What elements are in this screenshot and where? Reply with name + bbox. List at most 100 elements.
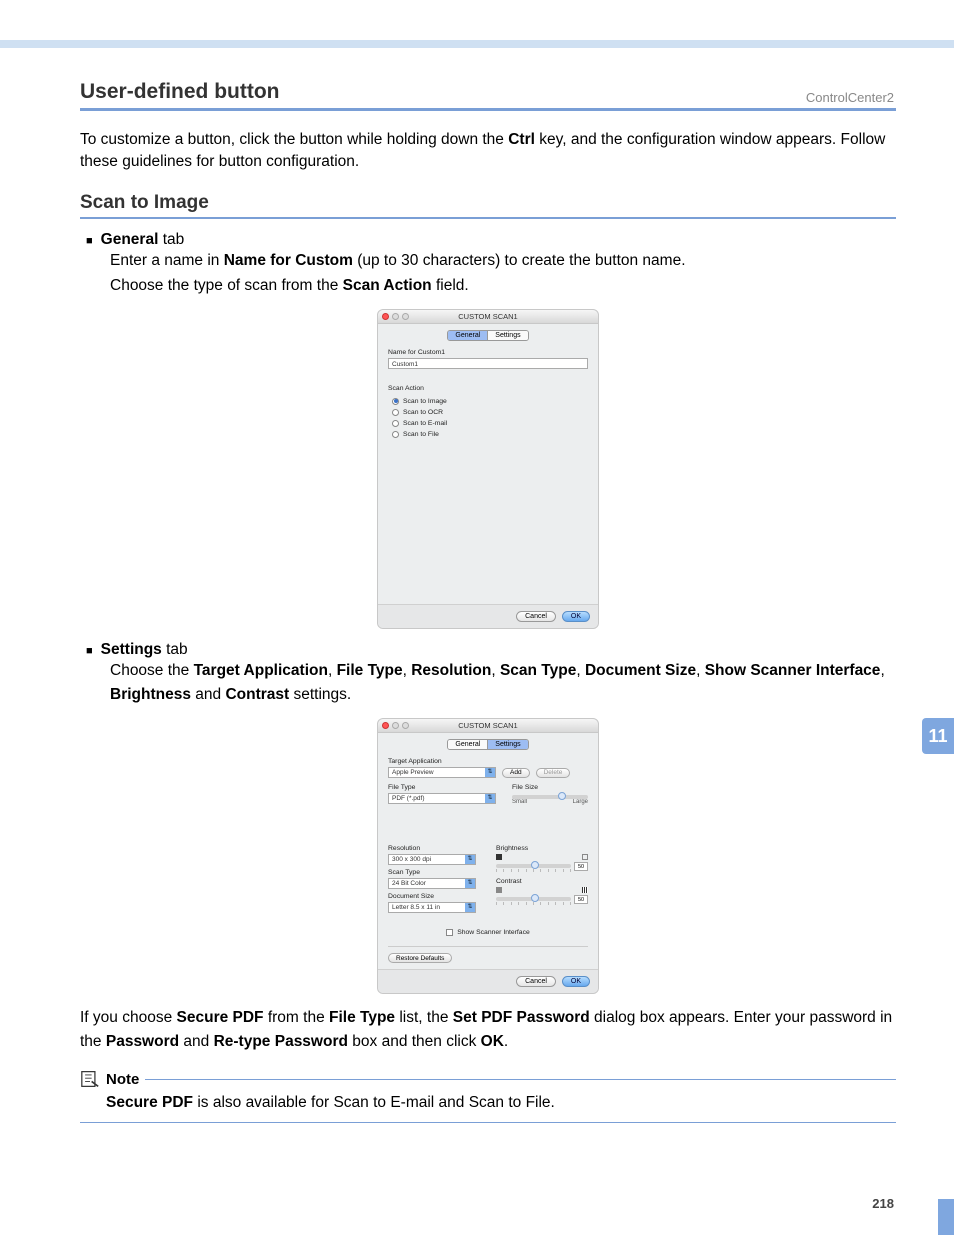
corner-accent <box>938 1199 954 1235</box>
screenshot-general-tab: CUSTOM SCAN1 General Settings Name for C… <box>80 309 896 629</box>
label-document-size: Document Size <box>388 893 480 900</box>
secure-pdf-bold: Secure PDF <box>177 1009 264 1026</box>
text: , <box>576 662 585 679</box>
text: tab <box>158 231 184 248</box>
label-target-application: Target Application <box>388 758 588 765</box>
text: , <box>491 662 500 679</box>
radio-scan-to-email[interactable]: Scan to E-mail <box>388 420 588 427</box>
text: is also available for Scan to E-mail and… <box>193 1094 555 1111</box>
text: settings. <box>289 686 351 703</box>
add-button[interactable]: Add <box>502 768 530 778</box>
select-resolution[interactable]: 300 x 300 dpi⇅ <box>388 854 476 865</box>
slider-brightness[interactable] <box>496 864 571 868</box>
ok-bold: OK <box>481 1033 504 1050</box>
restore-defaults-button[interactable]: Restore Defaults <box>388 953 452 963</box>
show-scanner-interface-bold: Show Scanner Interface <box>705 662 881 679</box>
chevron-updown-icon: ⇅ <box>465 855 475 864</box>
file-type-bold: File Type <box>337 662 403 679</box>
select-file-type[interactable]: PDF (*.pdf)⇅ <box>388 793 496 804</box>
radio-label: Scan to File <box>403 431 439 438</box>
document-size-bold: Document Size <box>585 662 696 679</box>
select-target-application[interactable]: Apple Preview⇅ <box>388 767 496 778</box>
select-value: Letter 8.5 x 11 in <box>392 902 440 913</box>
chevron-updown-icon: ⇅ <box>465 879 475 888</box>
top-accent <box>0 40 954 48</box>
checkbox-label: Show Scanner Interface <box>457 929 530 936</box>
text: Enter a name in <box>110 252 224 269</box>
text: , <box>696 662 705 679</box>
secure-pdf-bold: Secure PDF <box>106 1094 193 1111</box>
contrast-bold: Contrast <box>225 686 289 703</box>
input-name-for-custom[interactable]: Custom1 <box>388 358 588 369</box>
text: , <box>403 662 412 679</box>
text: , <box>328 662 337 679</box>
bullet-settings-tab: ■ Settings tab Choose the Target Applica… <box>86 641 896 709</box>
scan-type-bold: Scan Type <box>500 662 576 679</box>
cancel-button[interactable]: Cancel <box>516 976 556 987</box>
bullet-square-icon: ■ <box>86 645 93 657</box>
chapter-tab: 11 <box>922 718 954 754</box>
page-content: User-defined button To customize a butto… <box>80 80 896 1123</box>
radio-label: Scan to OCR <box>403 409 443 416</box>
radio-scan-to-file[interactable]: Scan to File <box>388 431 588 438</box>
text: from the <box>264 1009 329 1026</box>
label-file-type: File Type <box>388 784 496 791</box>
tab-switcher[interactable]: General Settings <box>447 739 528 750</box>
file-type-bold: File Type <box>329 1009 395 1026</box>
chevron-updown-icon: ⇅ <box>465 903 475 912</box>
text: list, the <box>395 1009 453 1026</box>
cancel-button[interactable]: Cancel <box>516 611 556 622</box>
radio-scan-to-image[interactable]: Scan to Image <box>388 398 588 405</box>
checkbox-show-scanner-interface[interactable]: Show Scanner Interface <box>446 929 530 936</box>
text: and <box>179 1033 213 1050</box>
value-brightness[interactable]: 50 <box>574 862 588 871</box>
select-scan-type[interactable]: 24 Bit Color⇅ <box>388 878 476 889</box>
tab-general[interactable]: General <box>448 331 487 340</box>
tab-settings[interactable]: Settings <box>487 740 527 749</box>
select-document-size[interactable]: Letter 8.5 x 11 in ⇅ <box>388 902 476 913</box>
section1-paragraph: To customize a button, click the button … <box>80 129 896 174</box>
text: If you choose <box>80 1009 177 1026</box>
text: (up to 30 characters) to create the butt… <box>353 252 686 269</box>
text: and <box>191 686 225 703</box>
label-contrast: Contrast <box>496 878 588 885</box>
light-icon <box>582 854 588 860</box>
delete-button[interactable]: Delete <box>536 768 571 778</box>
resolution-bold: Resolution <box>411 662 491 679</box>
ok-button[interactable]: OK <box>562 611 590 622</box>
radio-scan-to-ocr[interactable]: Scan to OCR <box>388 409 588 416</box>
text: box and then click <box>348 1033 481 1050</box>
bullet-square-icon: ■ <box>86 235 93 247</box>
text: To customize a button, click the button … <box>80 131 508 148</box>
screenshot-settings-tab: CUSTOM SCAN1 General Settings Target App… <box>80 718 896 994</box>
label-resolution: Resolution <box>388 845 480 852</box>
chevron-updown-icon: ⇅ <box>485 794 495 803</box>
dialog-title: CUSTOM SCAN1 <box>378 312 598 321</box>
set-pdf-password-bold: Set PDF Password <box>453 1009 590 1026</box>
radio-label: Scan to E-mail <box>403 420 447 427</box>
note-icon <box>80 1070 100 1088</box>
brightness-bold: Brightness <box>110 686 191 703</box>
tab-switcher[interactable]: General Settings <box>447 330 528 341</box>
section-heading-scan-to-image: Scan to Image <box>80 192 896 219</box>
text: , <box>880 662 884 679</box>
ok-button[interactable]: OK <box>562 976 590 987</box>
ctrl-key-bold: Ctrl <box>508 131 535 148</box>
slider-file-size[interactable] <box>512 795 588 799</box>
value-contrast[interactable]: 50 <box>574 895 588 904</box>
label-name-for-custom: Name for Custom1 <box>388 349 588 356</box>
scan-action-bold: Scan Action <box>343 277 432 294</box>
tab-general[interactable]: General <box>448 740 487 749</box>
tab-settings[interactable]: Settings <box>487 331 527 340</box>
text: field. <box>432 277 469 294</box>
high-contrast-icon <box>582 887 588 893</box>
label-scan-action: Scan Action <box>388 385 588 392</box>
radio-label: Scan to Image <box>403 398 447 405</box>
bullet-general-tab: ■ General tab Enter a name in Name for C… <box>86 231 896 299</box>
slider-contrast[interactable] <box>496 897 571 901</box>
text-large: Large <box>573 799 588 805</box>
label-scan-type: Scan Type <box>388 869 480 876</box>
name-for-custom-bold: Name for Custom <box>224 252 353 269</box>
note-rule <box>145 1079 896 1080</box>
chevron-updown-icon: ⇅ <box>485 768 495 777</box>
